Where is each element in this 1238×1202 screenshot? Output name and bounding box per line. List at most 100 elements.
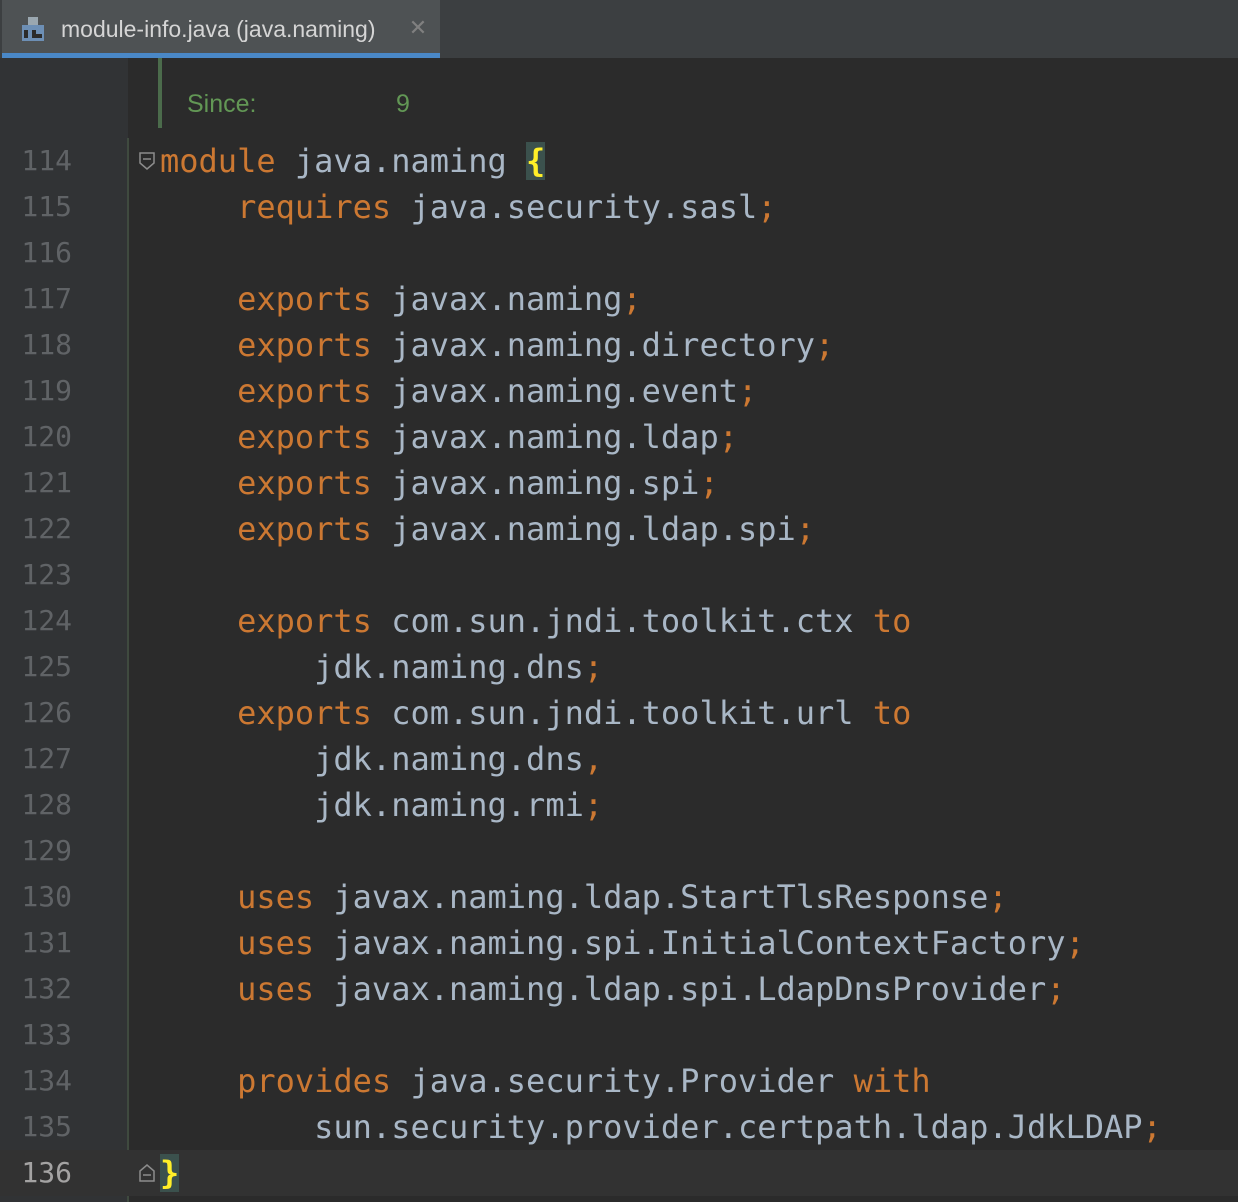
identifier: jdk.naming.dns	[314, 648, 584, 686]
code-line[interactable]: 127 jdk.naming.dns,	[0, 736, 1238, 782]
line-number: 122	[21, 512, 72, 545]
identifier: jdk.naming.dns	[314, 740, 584, 778]
line-source: exports javax.naming;	[160, 276, 642, 322]
identifier: java.naming	[275, 142, 527, 180]
close-icon[interactable]: ✕	[406, 14, 430, 44]
code-line[interactable]: 125 jdk.naming.dns;	[0, 644, 1238, 690]
fold-end-icon[interactable]	[137, 1163, 157, 1183]
punctuation: ;	[718, 418, 738, 456]
punctuation: ;	[988, 878, 1008, 916]
code-line[interactable]: 133	[0, 1012, 1238, 1058]
punctuation: ;	[795, 510, 816, 548]
code-line[interactable]: 128 jdk.naming.rmi;	[0, 782, 1238, 828]
keyword: exports	[237, 694, 372, 732]
line-number: 125	[21, 650, 72, 683]
code-line[interactable]: 129	[0, 828, 1238, 874]
code-line[interactable]: 122 exports javax.naming.ldap.spi;	[0, 506, 1238, 552]
fold-collapse-icon[interactable]	[137, 151, 157, 171]
line-source: }	[160, 1150, 180, 1196]
line-number: 129	[21, 834, 72, 867]
keyword: uses	[237, 878, 315, 916]
punctuation: ,	[583, 740, 604, 778]
keyword: exports	[237, 418, 372, 456]
keyword: to	[872, 694, 912, 732]
line-source: provides java.security.Provider with	[160, 1058, 931, 1104]
keyword: module	[160, 142, 276, 180]
line-number: 131	[21, 926, 72, 959]
keyword: requires	[237, 188, 392, 226]
keyword: exports	[237, 280, 372, 318]
code-line[interactable]: 118 exports javax.naming.directory;	[0, 322, 1238, 368]
identifier: java.security.Provider	[391, 1062, 854, 1100]
tab-title: module-info.java (java.naming)	[61, 16, 376, 42]
identifier: sun.security.provider.certpath.ldap.JdkL…	[314, 1108, 1143, 1146]
line-number: 133	[21, 1018, 72, 1051]
line-number: 132	[21, 972, 72, 1005]
line-source: uses javax.naming.ldap.spi.LdapDnsProvid…	[160, 966, 1065, 1012]
line-source: exports javax.naming.spi;	[160, 460, 719, 506]
identifier: javax.naming.event	[371, 372, 738, 410]
line-source: exports javax.naming.event;	[160, 368, 757, 414]
code-line[interactable]: 136}	[0, 1150, 1238, 1196]
java-module-file-icon	[20, 16, 52, 44]
punctuation: ;	[1046, 970, 1066, 1008]
code-line[interactable]: 123	[0, 552, 1238, 598]
code-line[interactable]: 135 sun.security.provider.certpath.ldap.…	[0, 1104, 1238, 1150]
code-line[interactable]: 130 uses javax.naming.ldap.StartTlsRespo…	[0, 874, 1238, 920]
keyword: provides	[237, 1062, 392, 1100]
line-number: 115	[21, 190, 72, 223]
punctuation: ;	[1142, 1108, 1162, 1146]
line-number: 135	[21, 1110, 72, 1143]
code-line[interactable]: 115 requires java.security.sasl;	[0, 184, 1238, 230]
keyword: exports	[237, 326, 372, 364]
line-number: 118	[21, 328, 72, 361]
code-line[interactable]: 132 uses javax.naming.ldap.spi.LdapDnsPr…	[0, 966, 1238, 1012]
punctuation: ;	[583, 786, 604, 824]
punctuation: ;	[583, 648, 604, 686]
line-number: 120	[21, 420, 72, 453]
line-source: exports com.sun.jndi.toolkit.ctx to	[160, 598, 911, 644]
code-line[interactable]: 134 provides java.security.Provider with	[0, 1058, 1238, 1104]
code-line[interactable]: 126 exports com.sun.jndi.toolkit.url to	[0, 690, 1238, 736]
code-line[interactable]: 131 uses javax.naming.spi.InitialContext…	[0, 920, 1238, 966]
line-number: 123	[21, 558, 72, 591]
line-number: 134	[21, 1064, 72, 1097]
punctuation: ;	[1065, 924, 1085, 962]
code-line[interactable]: 120 exports javax.naming.ldap;	[0, 414, 1238, 460]
line-number: 117	[21, 282, 72, 315]
line-source: module java.naming {	[160, 138, 546, 184]
code-line[interactable]: 117 exports javax.naming;	[0, 276, 1238, 322]
identifier: javax.naming.spi.InitialContextFactory	[314, 924, 1066, 962]
identifier: javax.naming.ldap.spi	[371, 510, 796, 548]
line-number: 128	[21, 788, 72, 821]
keyword: uses	[237, 970, 315, 1008]
code-line[interactable]: 119 exports javax.naming.event;	[0, 368, 1238, 414]
line-source: uses javax.naming.ldap.StartTlsResponse;	[160, 874, 1008, 920]
line-number: 116	[21, 236, 72, 269]
code-line[interactable]: 116	[0, 230, 1238, 276]
line-source: exports com.sun.jndi.toolkit.url to	[160, 690, 911, 736]
keyword: exports	[237, 372, 372, 410]
code-line[interactable]: 114 module java.naming {	[0, 138, 1238, 184]
identifier: java.security.sasl	[391, 188, 758, 226]
line-number: 126	[21, 696, 72, 729]
code-editor[interactable]: 114 module java.naming {115 requires java…	[0, 138, 1238, 1196]
code-line[interactable]: 121 exports javax.naming.spi;	[0, 460, 1238, 506]
identifier: javax.naming.directory	[371, 326, 816, 364]
punctuation: ;	[757, 188, 777, 226]
punctuation: ;	[699, 464, 719, 502]
identifier: javax.naming.ldap.StartTlsResponse	[314, 878, 989, 916]
identifier: jdk.naming.rmi	[314, 786, 584, 824]
line-number: 124	[21, 604, 72, 637]
line-source: sun.security.provider.certpath.ldap.JdkL…	[160, 1104, 1162, 1150]
line-source: jdk.naming.rmi;	[160, 782, 603, 828]
editor-tab[interactable]: module-info.java (java.naming) ✕	[2, 0, 440, 58]
identifier: javax.naming.spi	[371, 464, 700, 502]
editor-tab-bar: module-info.java (java.naming) ✕	[0, 0, 1238, 58]
line-source: exports javax.naming.directory;	[160, 322, 834, 368]
identifier: javax.naming.ldap	[371, 418, 719, 456]
code-line[interactable]: 124 exports com.sun.jndi.toolkit.ctx to	[0, 598, 1238, 644]
line-number: 121	[21, 466, 72, 499]
close-brace: }	[160, 1154, 180, 1192]
identifier: javax.naming.ldap.spi.LdapDnsProvider	[314, 970, 1047, 1008]
